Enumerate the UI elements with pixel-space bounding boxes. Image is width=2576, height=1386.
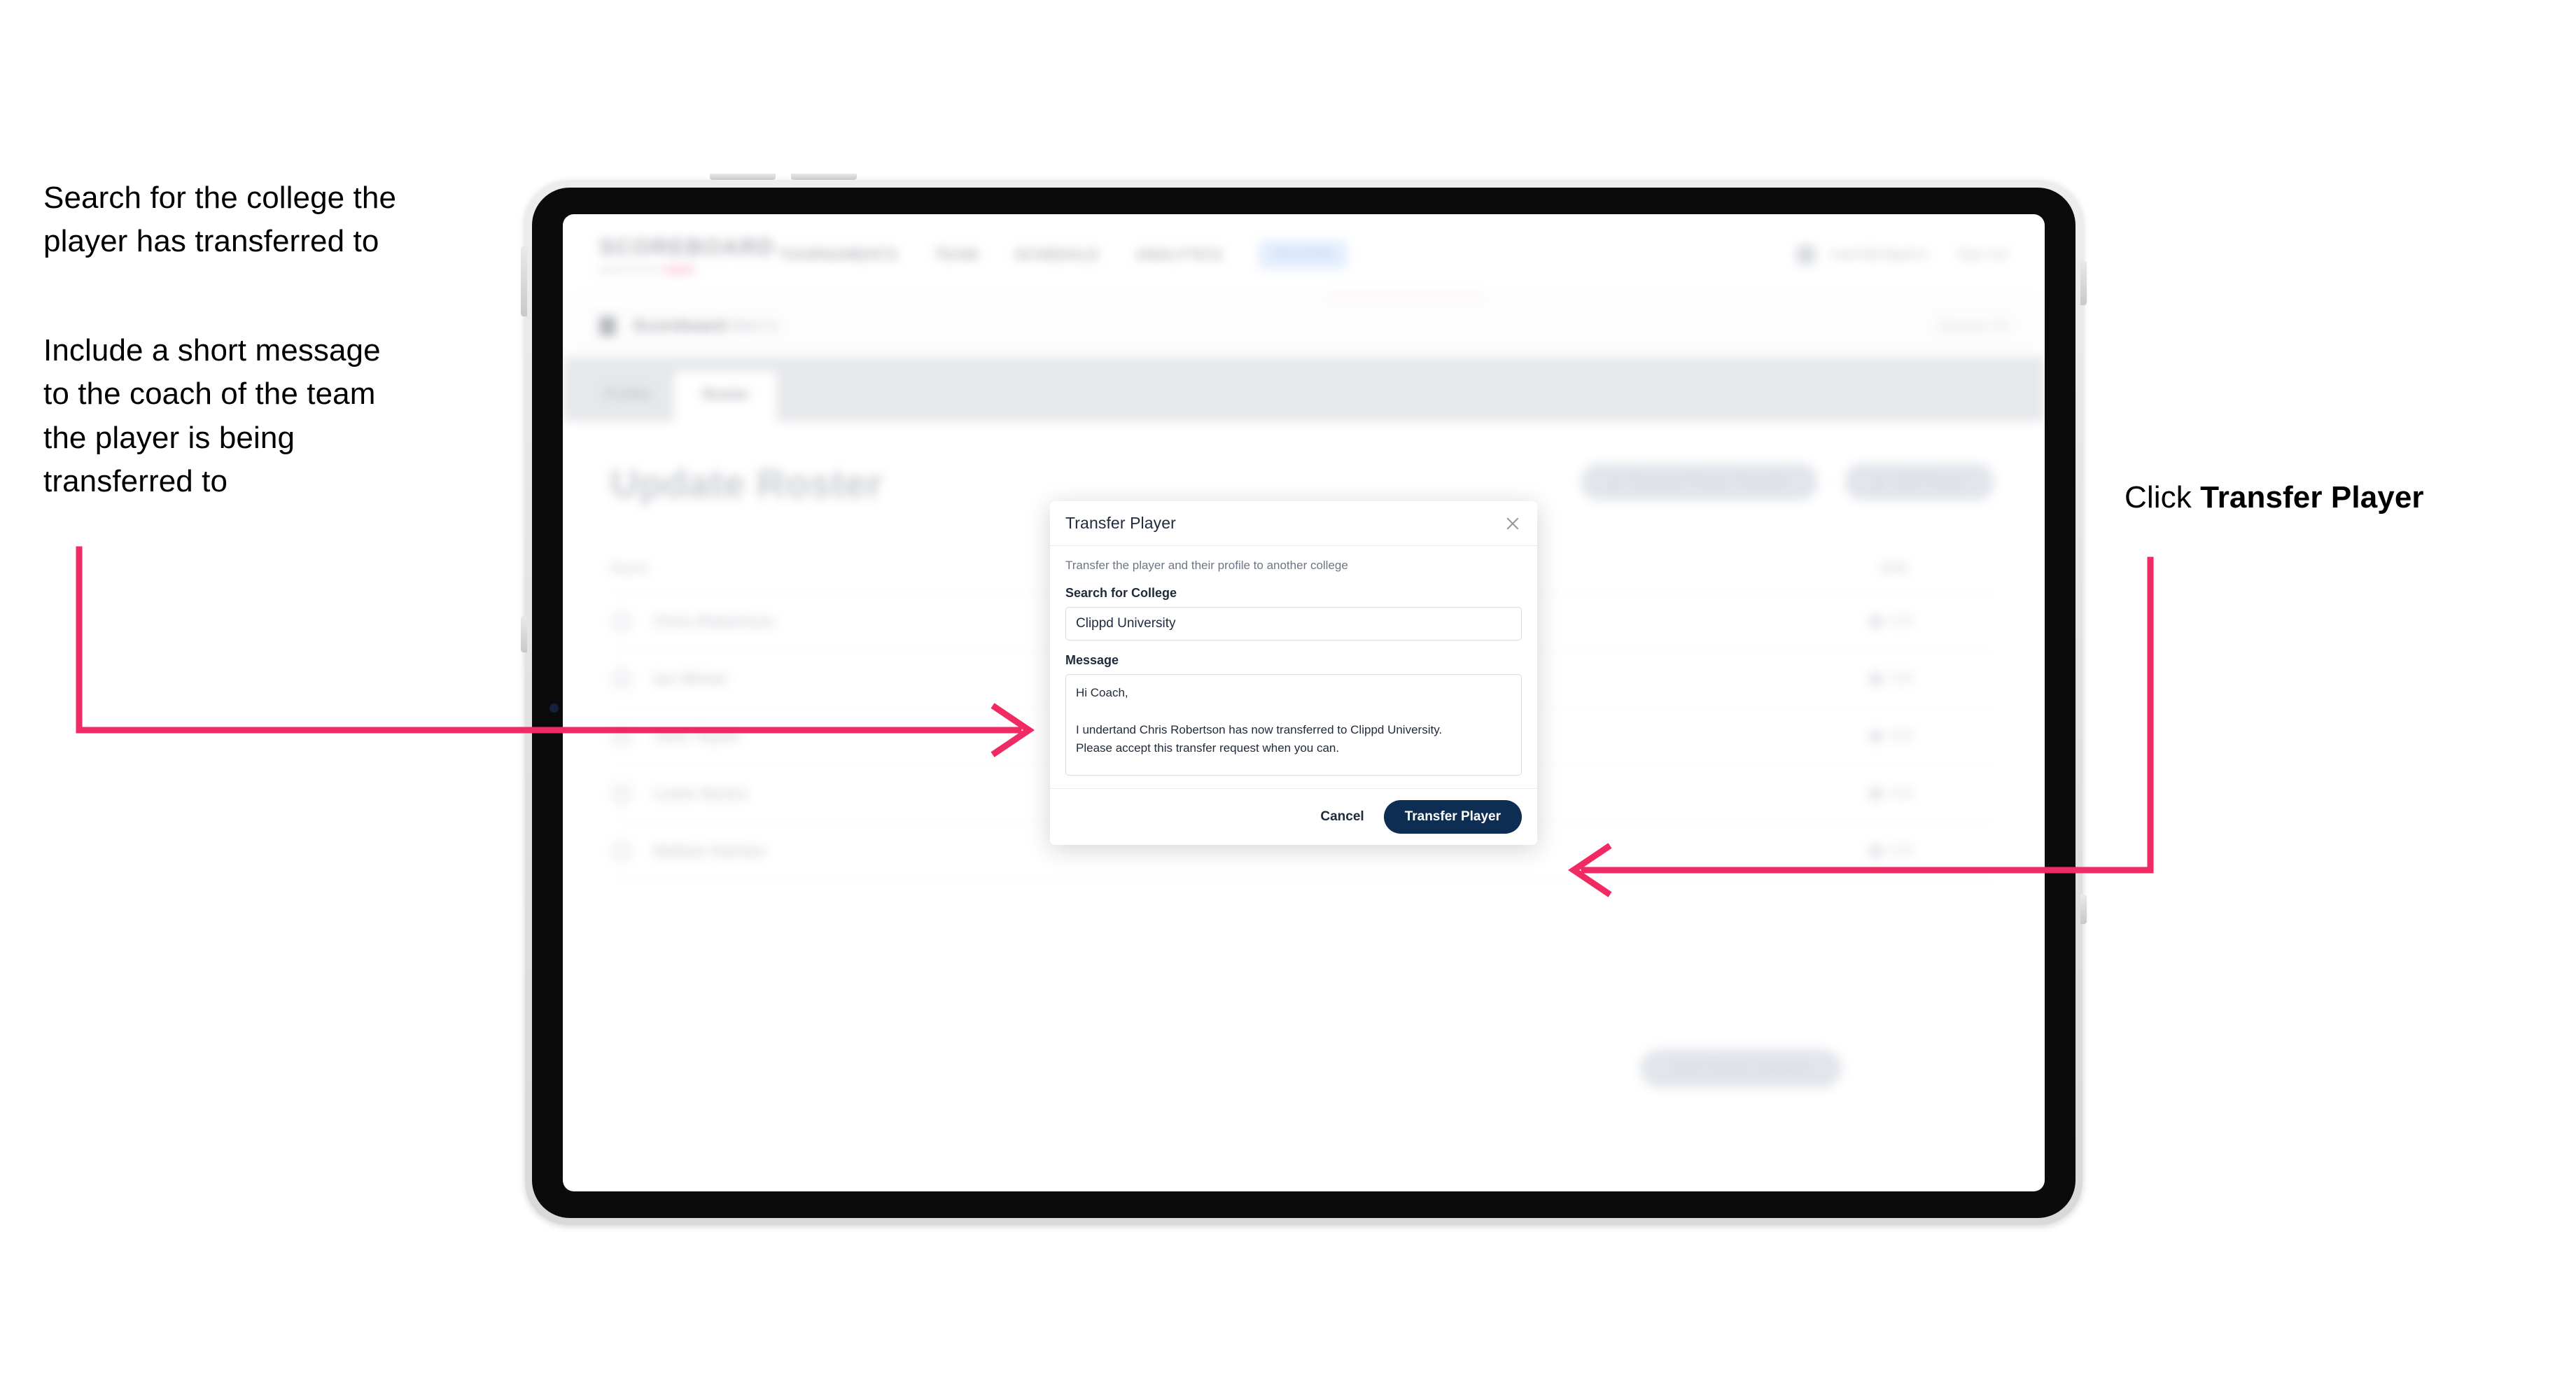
request-player-transfer-label: Request Player Transfer	[1629, 474, 1790, 489]
edit-label: Edit	[1890, 613, 1913, 629]
edit-player-link[interactable]: Edit	[1868, 843, 1997, 859]
tab-roster[interactable]: Roster	[674, 371, 777, 421]
player-name: Chris Robertson	[654, 612, 775, 630]
search-college-label: Search for College	[1065, 586, 1177, 600]
plus-icon	[1872, 476, 1884, 488]
player-name: Lewis Nunes	[654, 784, 748, 802]
pencil-icon	[1868, 728, 1884, 744]
right-side-button-top	[2080, 260, 2087, 305]
annotation-search-college: Search for the college the player has tr…	[43, 181, 397, 259]
edit-player-link[interactable]: Edit	[1868, 671, 1997, 687]
close-icon[interactable]	[1504, 514, 1522, 533]
team-badge-icon	[599, 316, 616, 336]
edit-player-link[interactable]: Edit	[1868, 728, 1997, 744]
pencil-icon	[1868, 843, 1884, 859]
right-side-button-bottom	[2080, 895, 2087, 924]
screenshot-canvas: Search for the college the player has tr…	[0, 0, 2576, 1386]
sign-out-link[interactable]: Sign Out	[1956, 247, 2008, 262]
breadcrumb-title: Scoreboard	[633, 316, 727, 335]
annotation-right-prefix: Click	[2124, 480, 2201, 514]
add-player-label: Add Player	[1893, 474, 1966, 489]
edit-label: Edit	[1890, 785, 1913, 801]
breadcrumb: Scoreboard Men's	[633, 316, 778, 336]
modal-title: Transfer Player	[1065, 514, 1176, 532]
left-side-button	[521, 616, 527, 652]
logo-sub-powered: powered by	[599, 263, 657, 274]
column-header-edit: Edit	[1881, 561, 1907, 576]
player-name: John Taylor	[654, 727, 741, 745]
nav-item-analytics[interactable]: ANALYTICS	[1135, 246, 1222, 264]
avatar[interactable]	[1795, 244, 1817, 265]
modal-footer: Cancel Transfer Player	[1050, 788, 1537, 845]
player-name: Ian Winter	[654, 669, 729, 687]
user-email: coach@clippd.io	[1829, 246, 1928, 262]
cancel-button[interactable]: Cancel	[1320, 809, 1364, 825]
player-name: Nathan Holmes	[654, 841, 766, 860]
edit-label: Edit	[1890, 671, 1913, 686]
top-navigation-bar: SCOREBOARD powered by clippd TOURNAMENTS…	[563, 214, 2045, 295]
modal-header: Transfer Player	[1050, 501, 1537, 546]
logo-subtext: powered by clippd	[599, 263, 739, 274]
player-avatar	[610, 782, 633, 805]
add-player-button[interactable]: Add Player	[1844, 463, 1994, 500]
breadcrumb-bar: Scoreboard Men's Season 24	[563, 295, 2045, 357]
pencil-icon	[1868, 785, 1884, 802]
edit-label: Edit	[1890, 728, 1913, 743]
field-spacer	[1065, 640, 1522, 653]
tab-profile[interactable]: Profile	[581, 386, 674, 421]
annotation-click-transfer-player: Click Transfer Player	[2124, 476, 2558, 519]
transfer-player-submit-button[interactable]: Transfer Player	[1383, 800, 1522, 834]
search-college-input[interactable]	[1065, 607, 1522, 640]
message-label: Message	[1065, 653, 1119, 667]
save-roster-updates-button[interactable]: Save Roster Updates	[1639, 1049, 1842, 1088]
logo-sub-brand: clippd	[661, 263, 694, 274]
modal-body: Transfer the player and their profile to…	[1050, 546, 1537, 788]
edit-player-link[interactable]: Edit	[1868, 613, 1997, 629]
tab-bar: Profile Roster	[563, 357, 2045, 421]
annotation-right-bold: Transfer Player	[2200, 480, 2424, 514]
edit-player-link[interactable]: Edit	[1868, 785, 1997, 802]
player-avatar	[610, 610, 633, 633]
pencil-icon	[1868, 613, 1884, 629]
nav-item-schedule[interactable]: SCHEDULE	[1014, 246, 1099, 264]
request-player-transfer-button[interactable]: Request Player Transfer	[1580, 463, 1818, 500]
nav-item-team[interactable]: TEAM	[934, 246, 978, 264]
header-action-buttons: Request Player Transfer Add Player	[1580, 463, 1994, 500]
column-header-name: Name	[610, 561, 649, 576]
nav-links: TOURNAMENTS TEAM SCHEDULE ANALYTICS ROST…	[778, 240, 1348, 269]
message-textarea[interactable]: Hi Coach, I undertand Chris Robertson ha…	[1065, 674, 1522, 776]
breadcrumb-subtitle: Men's	[731, 316, 778, 335]
pencil-icon	[1868, 671, 1884, 687]
power-button	[521, 246, 527, 316]
nav-right-group: coach@clippd.io Sign Out	[1795, 244, 2008, 265]
transfer-icon	[1608, 476, 1620, 488]
modal-description: Transfer the player and their profile to…	[1065, 559, 1348, 572]
nav-item-tournaments[interactable]: TOURNAMENTS	[778, 246, 898, 264]
edit-label: Edit	[1890, 843, 1913, 858]
transfer-player-modal: Transfer Player Transfer the player and …	[1050, 501, 1537, 845]
annotation-include-message: Include a short message to the coach of …	[43, 333, 381, 499]
player-avatar	[610, 667, 633, 690]
player-avatar	[610, 724, 633, 748]
front-camera-icon	[550, 704, 559, 713]
logo-wordmark: SCOREBOARD	[599, 234, 776, 260]
nav-item-roster-active[interactable]: ROSTER	[1258, 240, 1348, 269]
volume-down-button	[791, 174, 857, 180]
volume-up-button	[710, 174, 776, 180]
app-logo[interactable]: SCOREBOARD powered by clippd	[599, 234, 776, 274]
season-selector[interactable]: Season 24	[1938, 318, 2008, 335]
player-avatar	[610, 839, 633, 862]
